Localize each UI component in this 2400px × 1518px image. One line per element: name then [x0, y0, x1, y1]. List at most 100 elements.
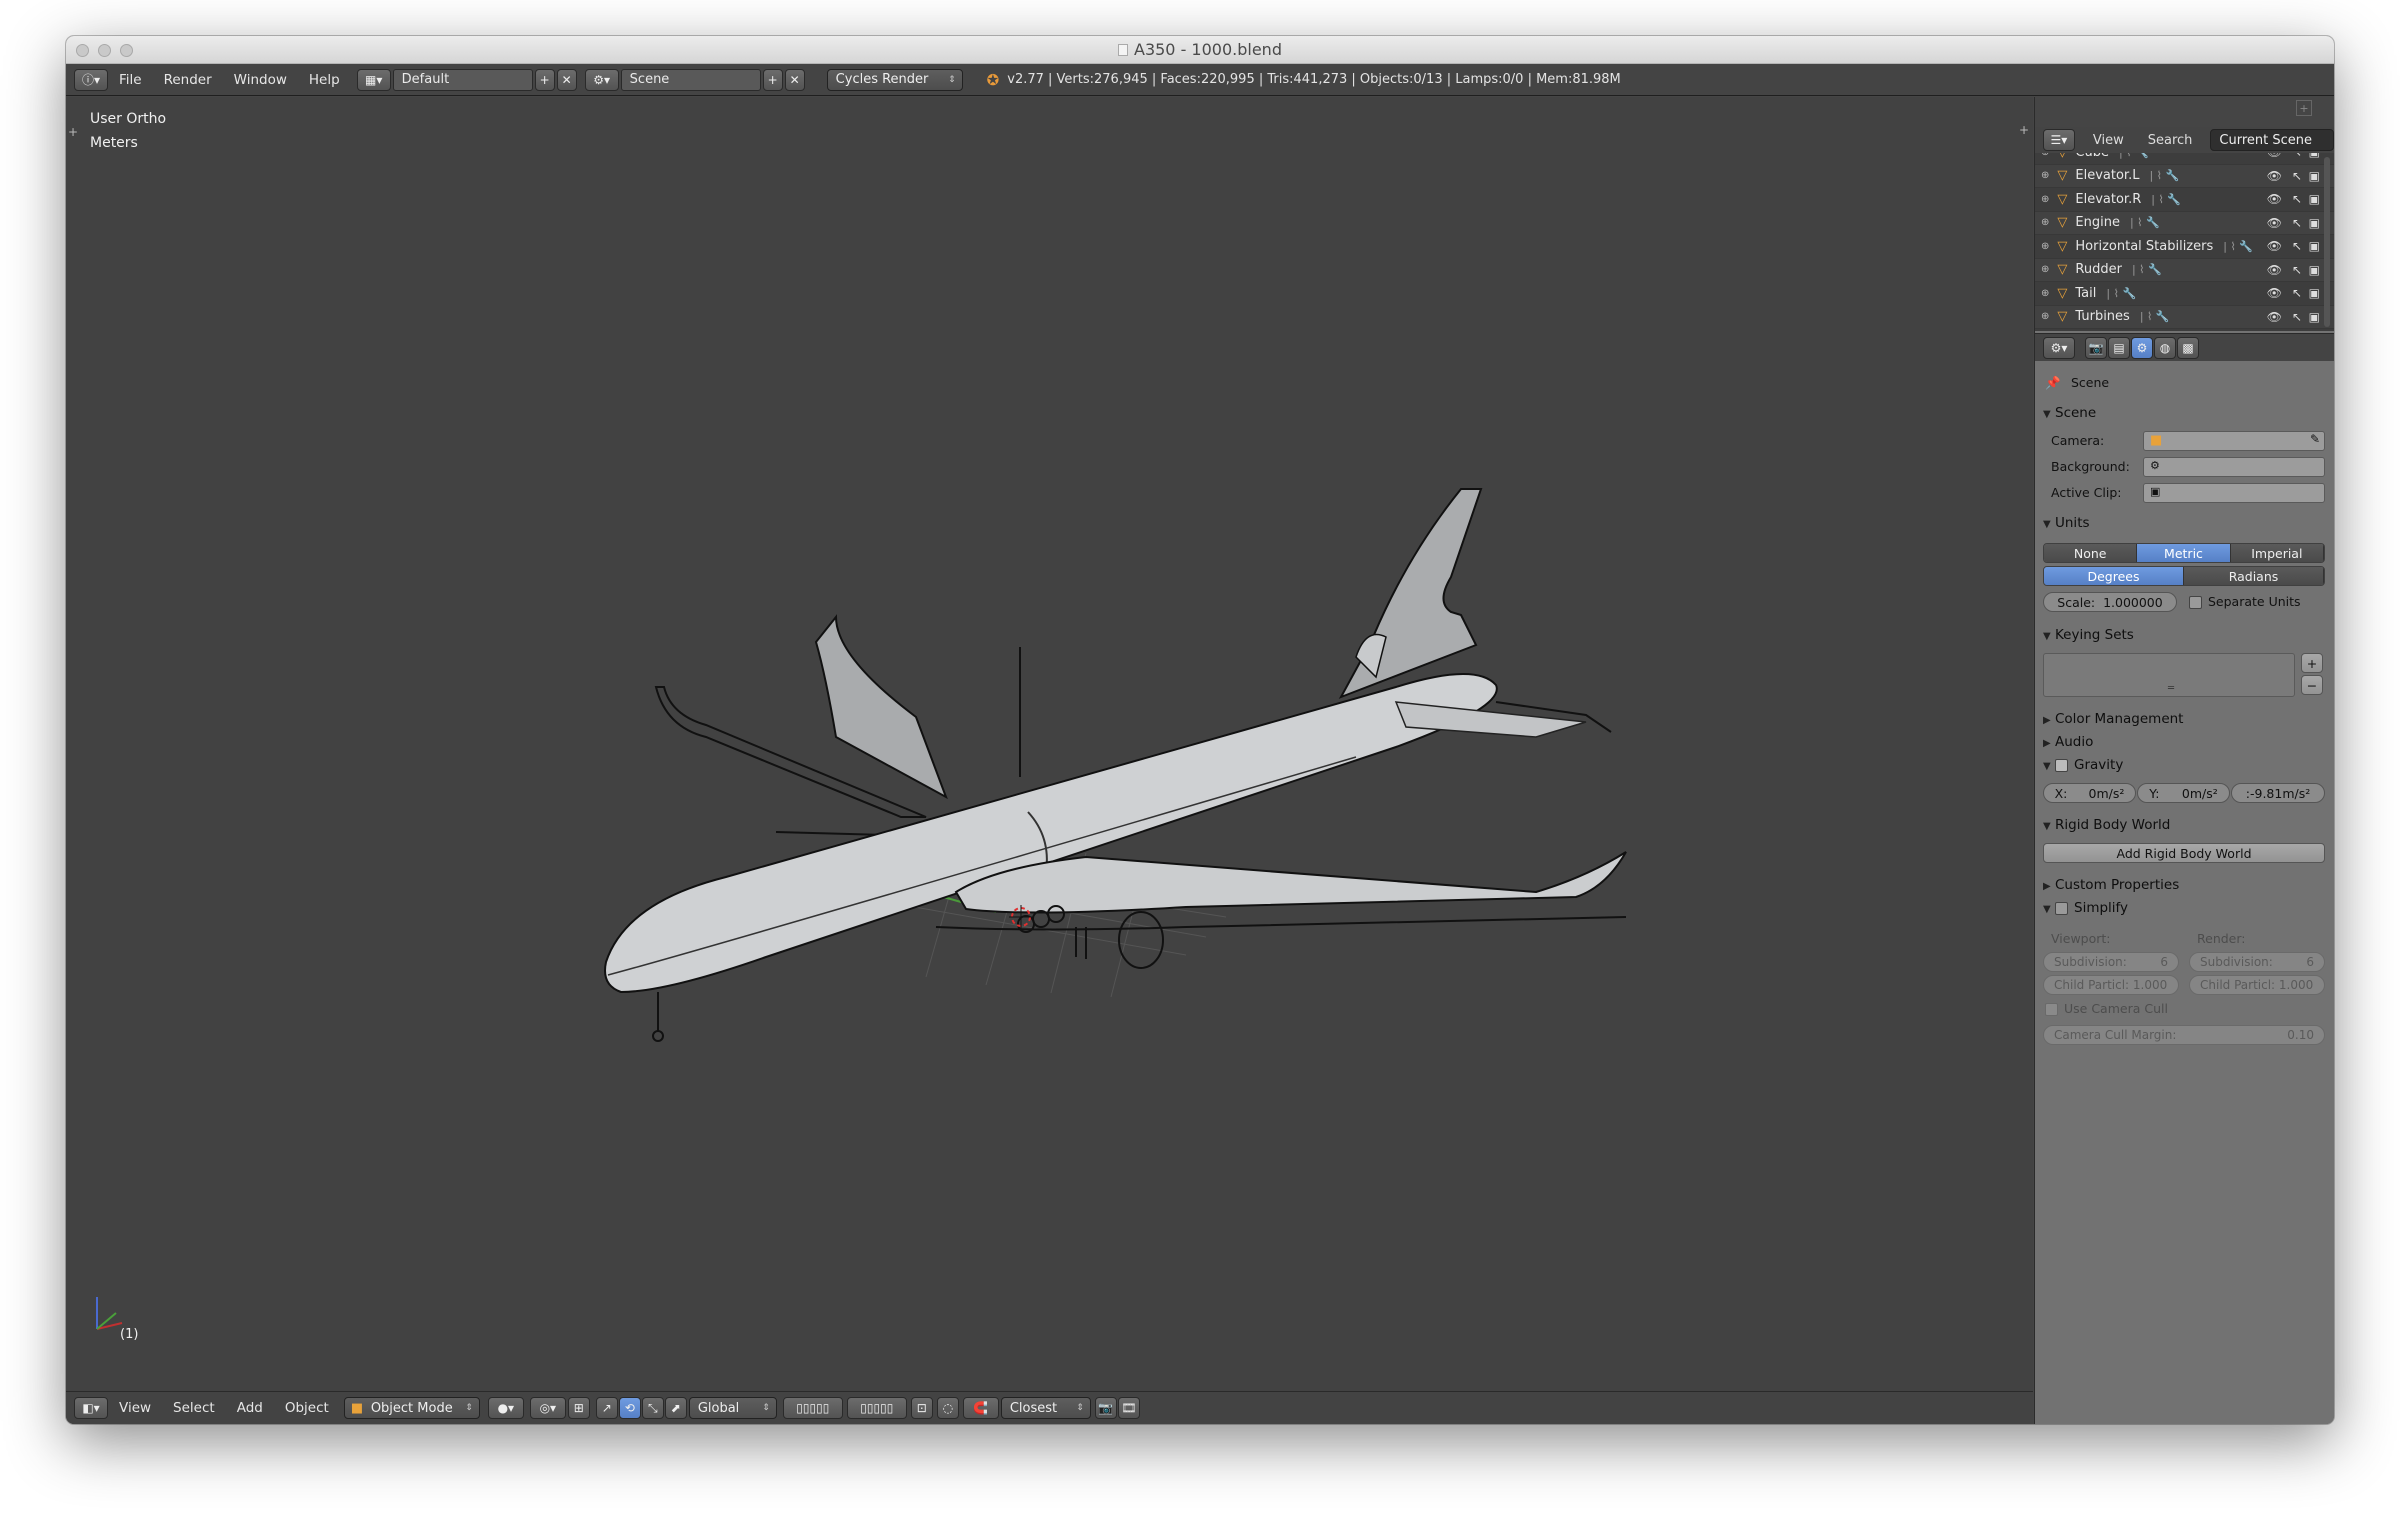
- scene-icon[interactable]: ⚙▾: [584, 68, 619, 91]
- visibility-eye-icon[interactable]: 👁: [2267, 216, 2282, 230]
- translate-manipulator-icon[interactable]: ↗: [595, 1397, 618, 1419]
- outliner-item[interactable]: ⊕ ▽ Rudder | ⌇ 🔧 👁 ↖ ▣: [2035, 258, 2334, 282]
- outliner-item[interactable]: ⊕ ▽ Cube | ⌇ 🔧 👁 ↖ ▣: [2035, 153, 2334, 165]
- gravity-x-field[interactable]: X: 0m/s²: [2043, 783, 2136, 803]
- viewport-subdivision-field[interactable]: Subdivision: 6: [2043, 952, 2179, 972]
- pin-icon[interactable]: 📌: [2045, 375, 2061, 391]
- gravity-y-field[interactable]: Y: 0m/s²: [2137, 783, 2230, 803]
- keying-sets-section-header[interactable]: ▼ Keying Sets: [2043, 627, 2134, 643]
- tab-render-layers-icon[interactable]: ▤: [2108, 336, 2130, 359]
- editor-type-3dview-icon[interactable]: ◧▾: [74, 1397, 108, 1419]
- viewport-child-particles-field[interactable]: Child Particl: 1.000: [2043, 975, 2179, 995]
- menu-select[interactable]: Select: [162, 1400, 226, 1416]
- units-section-header[interactable]: ▼ Units: [2043, 515, 2090, 531]
- add-keying-set-icon[interactable]: +: [2301, 653, 2323, 673]
- expand-toggle-icon[interactable]: ⊕: [2041, 264, 2049, 275]
- outliner-item[interactable]: ⊕ ▽ Horizontal Stabilizers | ⌇ 🔧 👁 ↖ ▣: [2035, 235, 2334, 259]
- lock-layers-icon[interactable]: ⊡: [910, 1397, 933, 1419]
- menu-add[interactable]: Add: [226, 1400, 274, 1416]
- viewport-shading-icon[interactable]: ●▾: [487, 1397, 524, 1419]
- menu-view[interactable]: View: [108, 1400, 162, 1416]
- gravity-z-field[interactable]: :-9.81m/s²: [2231, 783, 2325, 803]
- screen-layout-icon[interactable]: ▦▾: [356, 68, 391, 91]
- expand-toggle-icon[interactable]: ⊕: [2041, 153, 2049, 158]
- outliner-item[interactable]: ⊕ ▽ Turbines | ⌇ 🔧 👁 ↖ ▣: [2035, 305, 2334, 329]
- menu-render[interactable]: Render: [153, 72, 223, 88]
- minimize-window-button[interactable]: [98, 44, 111, 57]
- rotation-units-selector[interactable]: Degrees Radians: [2043, 566, 2325, 586]
- rigid-body-section-header[interactable]: ▼ Rigid Body World: [2043, 817, 2170, 833]
- outliner-item[interactable]: ⊕ ▽ Elevator.L | ⌇ 🔧 👁 ↖ ▣: [2035, 164, 2334, 188]
- selectable-cursor-icon[interactable]: ↖: [2292, 192, 2302, 206]
- snap-toggle-icon[interactable]: 🧲: [962, 1397, 999, 1419]
- renderable-camera-icon[interactable]: ▣: [2309, 153, 2320, 159]
- menu-help[interactable]: Help: [298, 72, 351, 88]
- zoom-window-button[interactable]: [120, 44, 133, 57]
- render-animation-icon[interactable]: 🎞: [1117, 1397, 1140, 1419]
- keying-sets-list[interactable]: ═: [2043, 653, 2295, 697]
- outliner-item[interactable]: ⊕ ▽ Elevator.R | ⌇ 🔧 👁 ↖ ▣: [2035, 188, 2334, 212]
- eyedropper-icon[interactable]: ✎: [2310, 432, 2320, 446]
- tab-scene-icon[interactable]: ⚙: [2131, 336, 2153, 359]
- separate-units-checkbox[interactable]: Separate Units: [2189, 594, 2301, 609]
- outliner-menu-search[interactable]: Search: [2148, 133, 2193, 148]
- gravity-section-header[interactable]: ▼ Gravity: [2043, 757, 2123, 773]
- remove-keying-set-icon[interactable]: −: [2301, 675, 2323, 695]
- renderable-camera-icon[interactable]: ▣: [2309, 192, 2320, 206]
- use-camera-cull-checkbox[interactable]: Use Camera Cull: [2045, 1001, 2168, 1016]
- editor-type-properties-icon[interactable]: ⚙▾: [2043, 336, 2075, 359]
- outliner-scrollbar[interactable]: [2324, 157, 2330, 327]
- scale-manipulator-icon[interactable]: ⤡: [641, 1397, 664, 1419]
- outliner-display-mode[interactable]: Current Scene: [2210, 129, 2334, 151]
- selectable-cursor-icon[interactable]: ↖: [2292, 263, 2302, 277]
- interaction-mode-dropdown[interactable]: ■ Object Mode ⇕: [343, 1397, 480, 1419]
- outliner-menu-view[interactable]: View: [2093, 133, 2124, 148]
- tab-render-icon[interactable]: 📷: [2085, 336, 2107, 359]
- selectable-cursor-icon[interactable]: ↖: [2292, 153, 2302, 159]
- custom-properties-section-header[interactable]: ▶ Custom Properties: [2043, 877, 2179, 893]
- visibility-eye-icon[interactable]: 👁: [2267, 169, 2282, 183]
- render-subdivision-field[interactable]: Subdivision: 6: [2189, 952, 2325, 972]
- delete-layout-icon[interactable]: ✕: [556, 68, 577, 91]
- menu-file[interactable]: File: [108, 72, 153, 88]
- camera-field[interactable]: ■ ✎: [2143, 431, 2325, 451]
- screen-layout-field[interactable]: Default: [392, 68, 533, 91]
- render-opengl-icon[interactable]: 📷: [1094, 1397, 1117, 1419]
- selectable-cursor-icon[interactable]: ↖: [2292, 286, 2302, 300]
- background-field[interactable]: ⚙: [2143, 457, 2325, 477]
- add-layout-icon[interactable]: +: [534, 68, 555, 91]
- scene-layers-2-icon[interactable]: ▯▯▯▯▯: [846, 1397, 907, 1419]
- delete-scene-icon[interactable]: ✕: [784, 68, 805, 91]
- combined-manipulator-icon[interactable]: ⬈: [664, 1397, 687, 1419]
- rotate-manipulator-icon[interactable]: ⟲: [618, 1397, 641, 1419]
- expand-toggle-icon[interactable]: ⊕: [2041, 241, 2049, 252]
- close-window-button[interactable]: [76, 44, 89, 57]
- proportional-editing-icon[interactable]: ◌: [936, 1397, 959, 1419]
- transform-orientation-dropdown[interactable]: Global ⇕: [688, 1397, 777, 1419]
- manipulator-toggle-icon[interactable]: ⊞: [567, 1397, 590, 1419]
- renderable-camera-icon[interactable]: ▣: [2309, 216, 2320, 230]
- editor-type-outliner-icon[interactable]: ☰▾: [2043, 129, 2075, 151]
- expand-toggle-icon[interactable]: ⊕: [2041, 288, 2049, 299]
- selectable-cursor-icon[interactable]: ↖: [2292, 216, 2302, 230]
- visibility-eye-icon[interactable]: 👁: [2267, 286, 2282, 300]
- menu-window[interactable]: Window: [223, 72, 298, 88]
- tab-world-icon[interactable]: ◍: [2154, 336, 2176, 359]
- add-rigid-body-world-button[interactable]: Add Rigid Body World: [2043, 843, 2325, 863]
- outliner-item[interactable]: ⊕▽Wings| ⌇ 🔧👁↖▣: [2035, 329, 2334, 331]
- tab-texture-icon[interactable]: ▩: [2177, 336, 2199, 359]
- visibility-eye-icon[interactable]: 👁: [2267, 263, 2282, 277]
- unit-system-metric[interactable]: Metric: [2137, 544, 2231, 562]
- renderable-camera-icon[interactable]: ▣: [2309, 169, 2320, 183]
- expand-toggle-icon[interactable]: ⊕: [2041, 194, 2049, 205]
- add-scene-icon[interactable]: +: [762, 68, 783, 91]
- unit-system-selector[interactable]: None Metric Imperial: [2043, 543, 2325, 563]
- render-engine-dropdown[interactable]: Cycles Render ⇕: [826, 68, 963, 91]
- outliner-item[interactable]: ⊕ ▽ Tail | ⌇ 🔧 👁 ↖ ▣: [2035, 282, 2334, 306]
- renderable-camera-icon[interactable]: ▣: [2309, 239, 2320, 253]
- gravity-checkbox[interactable]: [2055, 758, 2068, 772]
- unit-scale-field[interactable]: Scale: 1.000000: [2043, 592, 2177, 612]
- simplify-checkbox[interactable]: [2055, 901, 2068, 915]
- simplify-section-header[interactable]: ▼ Simplify: [2043, 900, 2128, 916]
- area-split-icon[interactable]: +: [2296, 100, 2312, 116]
